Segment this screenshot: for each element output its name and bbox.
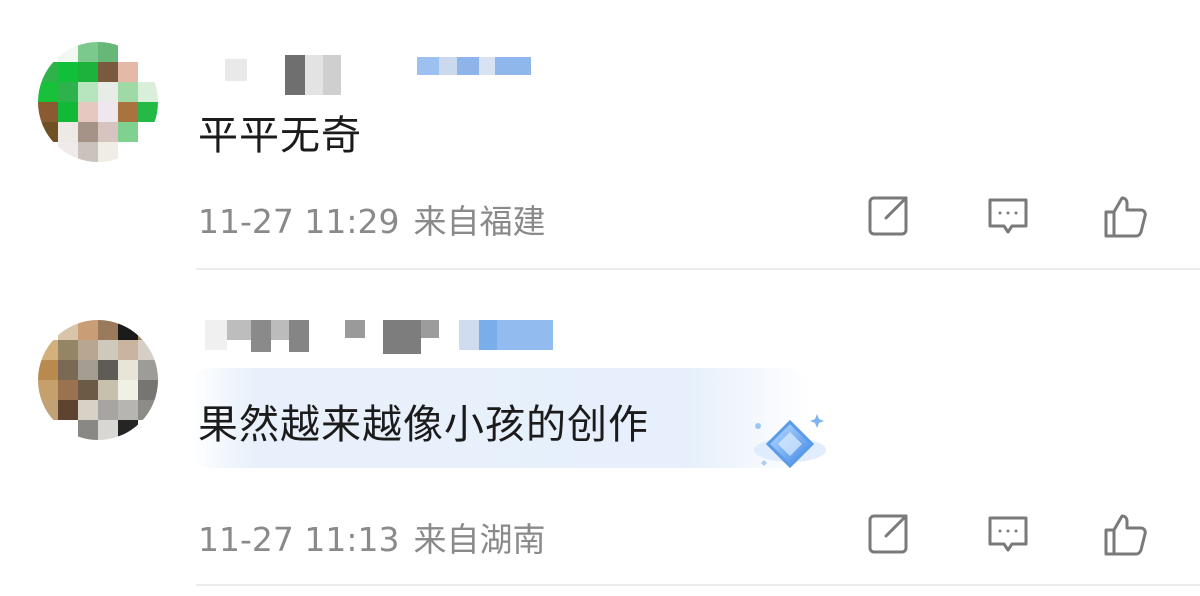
comment-text: 果然越来越像小孩的创作 [198,402,649,448]
comment-icon[interactable] [984,192,1032,240]
comment-date: 11-27 [198,202,294,241]
comment-meta: 11-27 11:29 来自福建 [198,195,546,243]
comment-item: 平平无奇 11-27 11:29 来自福建 [0,0,1200,270]
divider [196,584,1200,586]
thumbs-up-icon[interactable] [1102,510,1150,558]
avatar[interactable] [38,42,158,162]
diamond-icon [754,414,826,469]
comment-location: 来自湖南 [413,520,546,559]
username[interactable] [225,55,531,95]
comment-date: 11-27 [198,520,294,559]
comment-time: 11:29 [304,202,400,241]
share-icon[interactable] [864,192,912,240]
thumbs-up-icon[interactable] [1102,192,1150,240]
share-icon[interactable] [864,510,912,558]
comment-meta: 11-27 11:13 来自湖南 [198,513,546,561]
comment-text: 平平无奇 [198,113,362,159]
comment-icon[interactable] [984,510,1032,558]
comment-time: 11:13 [304,520,400,559]
comment-location: 来自福建 [413,202,546,241]
username[interactable] [205,320,553,360]
comment-item: 果然越来越像小孩的创作 11-27 11:13 来自湖南 [0,270,1200,588]
avatar[interactable] [38,320,158,440]
